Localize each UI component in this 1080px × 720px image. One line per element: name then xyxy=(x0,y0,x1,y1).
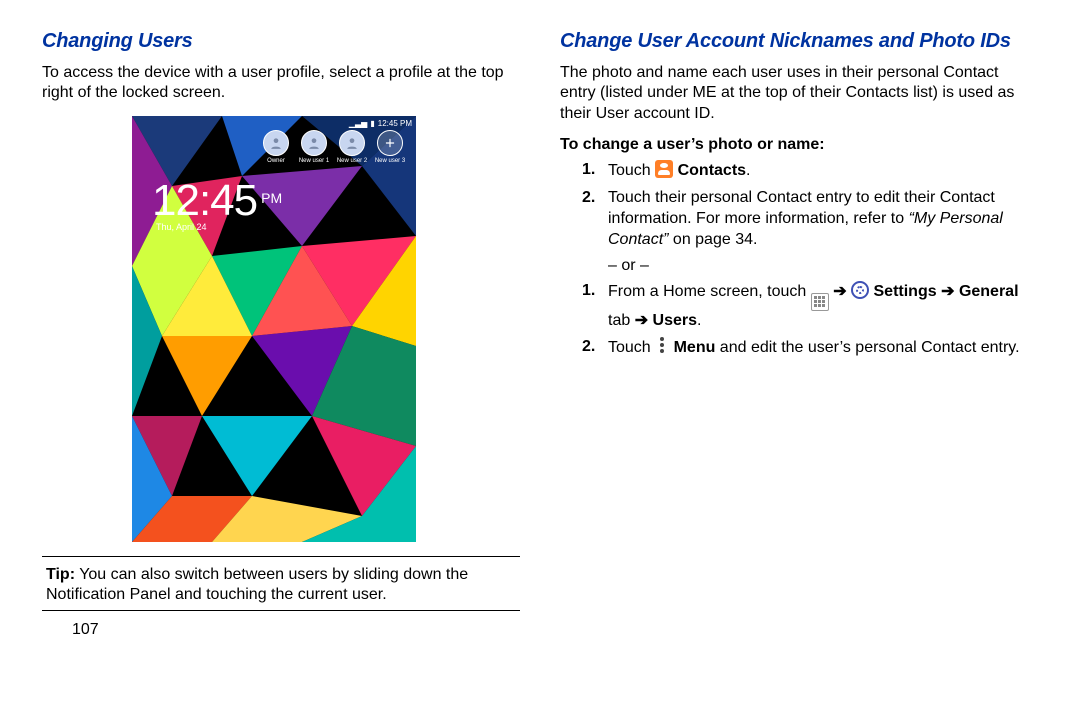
right-heading: Change User Account Nicknames and Photo … xyxy=(560,30,1038,53)
clock-ampm: PM xyxy=(261,190,282,206)
user-owner[interactable]: Owner xyxy=(258,130,294,164)
general-label: General xyxy=(959,283,1019,300)
step-2b: 2. Touch Menu and edit the user’s person… xyxy=(582,337,1038,359)
text: Touch xyxy=(608,162,655,179)
step-number: 1. xyxy=(582,160,608,182)
text: . xyxy=(697,312,701,329)
user-label: New user 2 xyxy=(334,158,370,164)
tip-label: Tip: xyxy=(46,566,75,583)
step-number: 2. xyxy=(582,188,608,250)
settings-icon xyxy=(851,281,869,299)
menu-label: Menu xyxy=(669,339,715,356)
step-number: 2. xyxy=(582,337,608,359)
contacts-icon xyxy=(655,160,673,178)
users-label: Users xyxy=(648,312,697,329)
user-new-2[interactable]: New user 2 xyxy=(334,130,370,164)
divider xyxy=(42,610,520,611)
user-label: New user 3 xyxy=(372,158,408,164)
status-time: 12:45 PM xyxy=(378,119,412,128)
status-bar: ▁▃▅ ▮ 12:45 PM xyxy=(349,119,412,128)
settings-label: Settings xyxy=(869,283,941,300)
right-intro: The photo and name each user uses in the… xyxy=(560,63,1038,124)
user-label: Owner xyxy=(258,158,294,164)
right-subhead: To change a user’s photo or name: xyxy=(560,136,1038,154)
text: . xyxy=(746,162,750,179)
tablet-lockscreen: ▁▃▅ ▮ 12:45 PM Owner New user 1 xyxy=(132,116,416,542)
step-number: 1. xyxy=(582,281,608,332)
left-intro: To access the device with a user profile… xyxy=(42,63,520,104)
steps-list-b: 1. From a Home screen, touch ➔ Settings … xyxy=(582,281,1038,360)
right-column: Change User Account Nicknames and Photo … xyxy=(560,30,1038,639)
apps-icon xyxy=(811,293,829,311)
user-label: New user 1 xyxy=(296,158,332,164)
arrow-icon: ➔ xyxy=(941,283,954,300)
user-new-1[interactable]: New user 1 xyxy=(296,130,332,164)
user-new-3[interactable]: New user 3 xyxy=(372,130,408,164)
text: and edit the user’s personal Contact ent… xyxy=(715,339,1019,356)
left-heading: Changing Users xyxy=(42,30,520,53)
tip-block: Tip: You can also switch between users b… xyxy=(42,556,520,611)
steps-list-a: 1. Touch Contacts. 2. Touch their person… xyxy=(582,160,1038,250)
page-number: 107 xyxy=(72,621,520,639)
manual-page: Changing Users To access the device with… xyxy=(0,0,1080,720)
divider xyxy=(42,556,520,557)
menu-icon xyxy=(659,337,665,355)
step-1b: 1. From a Home screen, touch ➔ Settings … xyxy=(582,281,1038,332)
arrow-icon: ➔ xyxy=(635,312,648,329)
step-1: 1. Touch Contacts. xyxy=(582,160,1038,182)
arrow-icon: ➔ xyxy=(833,283,846,300)
tip-text: Tip: You can also switch between users b… xyxy=(42,565,520,606)
text: Touch xyxy=(608,339,655,356)
wifi-icon: ▁▃▅ xyxy=(349,119,367,128)
or-divider: – or – xyxy=(608,257,1038,275)
step-2: 2. Touch their personal Contact entry to… xyxy=(582,188,1038,250)
lockscreen-clock: 12:45PM Thu, April 24 xyxy=(152,176,282,232)
battery-icon: ▮ xyxy=(370,119,374,128)
clock-time: 12:45 xyxy=(152,176,257,225)
text: on page 34. xyxy=(668,231,757,248)
two-column-layout: Changing Users To access the device with… xyxy=(42,30,1038,639)
contacts-label: Contacts xyxy=(673,162,746,179)
user-profiles-row: Owner New user 1 New user 2 New user 3 xyxy=(258,130,408,164)
text: tab xyxy=(608,312,635,329)
tip-body: You can also switch between users by sli… xyxy=(46,566,468,603)
left-column: Changing Users To access the device with… xyxy=(42,30,520,639)
text: From a Home screen, touch xyxy=(608,283,811,300)
